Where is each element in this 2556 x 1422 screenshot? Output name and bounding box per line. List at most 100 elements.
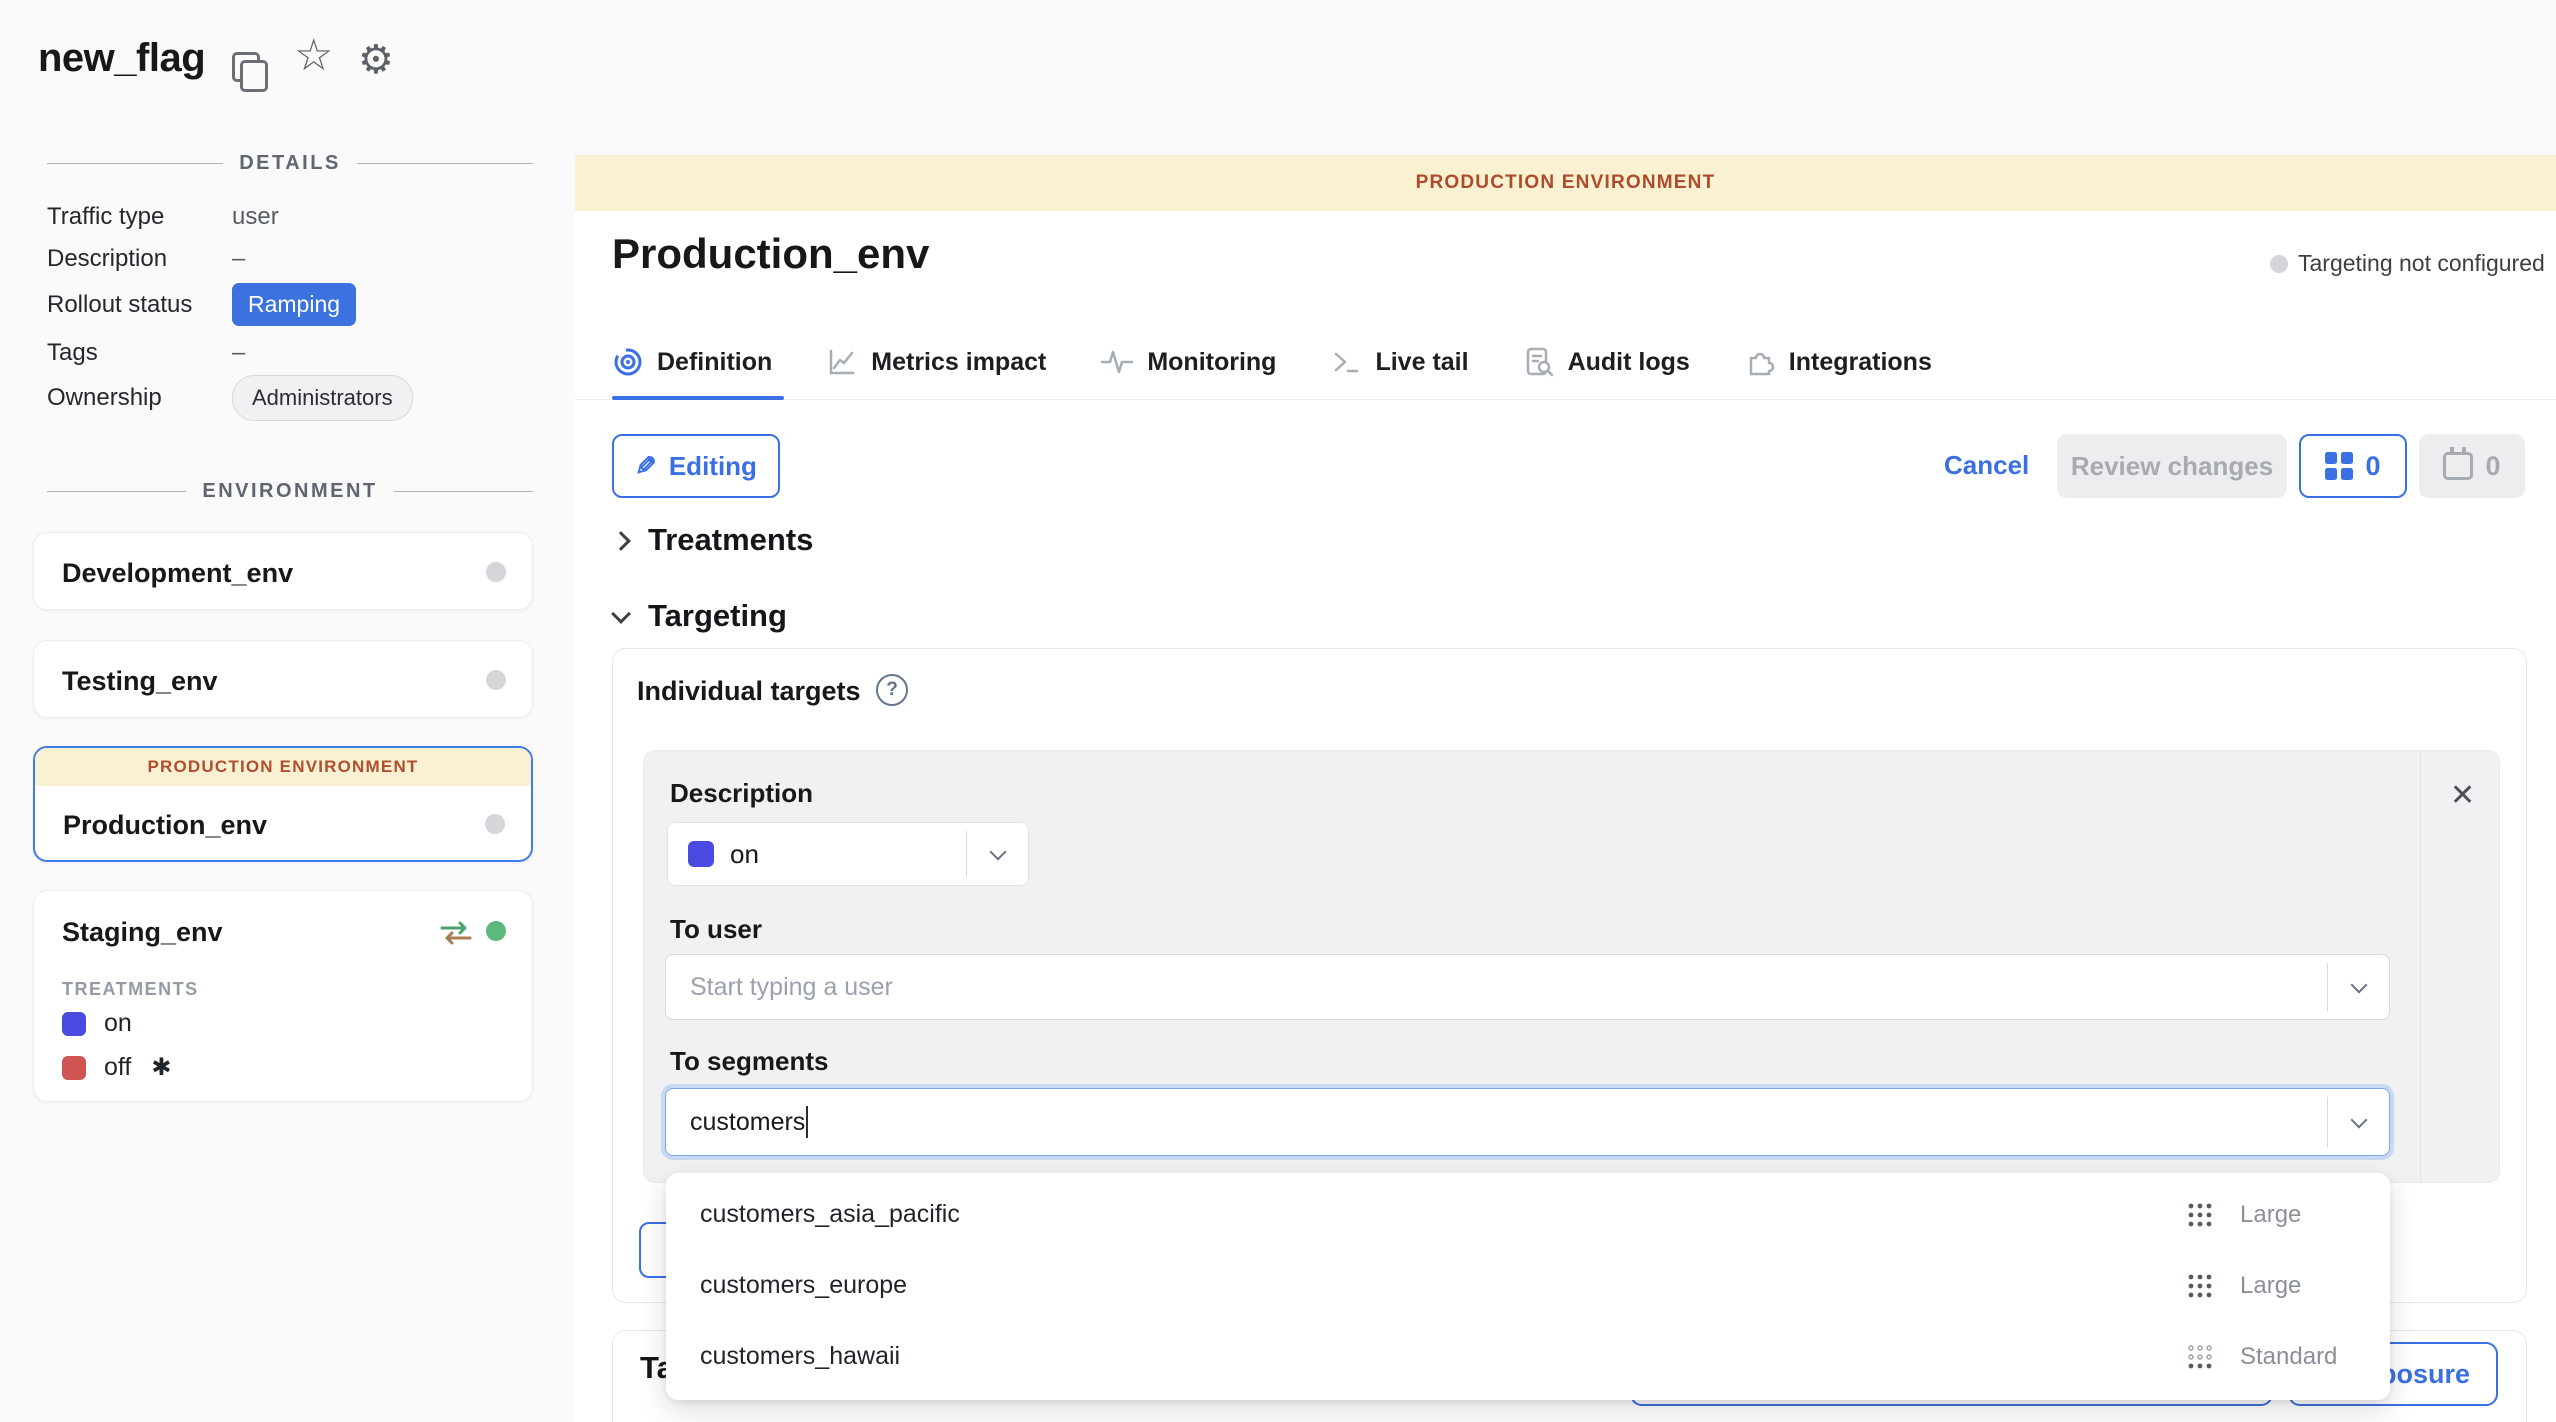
- status-dot-icon: [2270, 255, 2288, 273]
- treatment-name: on: [104, 1009, 132, 1038]
- env-status-dot: [486, 921, 506, 941]
- segment-size-label: Standard: [2240, 1343, 2360, 1371]
- audit-logs-icon: [1523, 346, 1555, 378]
- detail-value: –: [232, 245, 245, 273]
- active-tab-underline: [612, 396, 784, 400]
- tab-monitoring[interactable]: Monitoring: [1100, 346, 1276, 378]
- ownership-pill[interactable]: Administrators: [232, 375, 413, 421]
- swap-arrows-icon: [440, 921, 472, 950]
- treatment-on-row: on: [62, 1009, 132, 1038]
- to-user-label: To user: [670, 914, 762, 945]
- detail-label: Tags: [47, 339, 232, 367]
- default-treatment-asterisk-icon: ✱: [151, 1053, 171, 1082]
- detail-row-tags: Tags –: [47, 339, 533, 367]
- segment-option-hawaii[interactable]: customers_hawaii Standard: [666, 1321, 2390, 1392]
- gear-icon[interactable]: ⚙: [358, 38, 394, 82]
- selected-treatment: on: [730, 839, 759, 870]
- editing-button[interactable]: ✎ Editing: [612, 434, 780, 498]
- env-status-dot: [485, 814, 505, 834]
- treatment-on-swatch: [62, 1012, 86, 1036]
- individual-targets-heading: Individual targets: [637, 676, 861, 707]
- select-chevron-zone[interactable]: [966, 831, 1028, 877]
- env-name: Production_env: [63, 810, 267, 841]
- chevron-right-icon: [611, 531, 631, 551]
- segments-input-chevron-zone[interactable]: [2327, 1097, 2389, 1147]
- detail-label: Ownership: [47, 384, 232, 412]
- env-name: Development_env: [62, 558, 293, 589]
- tabs-bottom-border: [575, 399, 2556, 400]
- targeting-status-text: Targeting not configured: [2298, 250, 2545, 277]
- cancel-link[interactable]: Cancel: [1944, 450, 2029, 481]
- env-card-testing[interactable]: Testing_env: [33, 640, 533, 718]
- env-status-dot: [486, 670, 506, 690]
- close-icon[interactable]: ✕: [2450, 778, 2475, 813]
- user-input-box: [665, 954, 2390, 1020]
- segment-grid-icon: [2186, 1201, 2214, 1229]
- treatments-section-header[interactable]: Treatments: [614, 522, 813, 558]
- integrations-icon: [1744, 346, 1776, 378]
- tab-live-tail[interactable]: Live tail: [1330, 346, 1468, 378]
- detail-row-ownership: Ownership Administrators: [47, 375, 533, 421]
- environment-tabs: Definition Metrics impact Monitoring Liv…: [612, 334, 1932, 390]
- detail-row-traffic-type: Traffic type user: [47, 203, 533, 231]
- treatment-select[interactable]: on: [667, 822, 1029, 886]
- copy-icon[interactable]: [232, 52, 266, 88]
- env-status-dot: [486, 562, 506, 582]
- segment-grid-icon: [2186, 1272, 2214, 1300]
- production-environment-banner-main: PRODUCTION ENVIRONMENT: [575, 155, 2556, 211]
- targeting-section-header[interactable]: Targeting: [614, 598, 787, 634]
- segments-input[interactable]: customers: [665, 1088, 2390, 1156]
- user-input-chevron-zone[interactable]: [2327, 963, 2389, 1011]
- segment-option-asia-pacific[interactable]: customers_asia_pacific Large: [666, 1179, 2390, 1250]
- flag-name-title: new_flag: [38, 36, 205, 81]
- segment-size-label: Large: [2240, 1201, 2360, 1229]
- tab-metrics-impact[interactable]: Metrics impact: [826, 346, 1046, 378]
- help-question-icon[interactable]: ?: [876, 674, 908, 706]
- pencil-icon: ✎: [635, 451, 657, 482]
- definition-icon: [612, 346, 644, 378]
- calendar-icon: [2443, 452, 2473, 480]
- treatments-heading: TREATMENTS: [62, 979, 199, 1000]
- feature-flag-page: new_flag ☆ ⚙ DETAILS Traffic type user D…: [0, 0, 2556, 1422]
- chevron-down-icon: [611, 604, 631, 624]
- user-input[interactable]: [666, 955, 2389, 1019]
- segments-dropdown: customers_asia_pacific Large customers_e…: [666, 1173, 2390, 1400]
- env-name: Testing_env: [62, 666, 218, 697]
- env-card-staging[interactable]: Staging_env TREATMENTS on off ✱: [33, 890, 533, 1102]
- treatment-off-row: off ✱: [62, 1053, 171, 1082]
- to-segments-label: To segments: [670, 1046, 828, 1077]
- chevron-down-icon: [2350, 1112, 2367, 1129]
- treatment-swatch: [688, 841, 714, 867]
- description-label: Description: [670, 778, 813, 809]
- changes-count: 0: [2365, 451, 2380, 482]
- segment-size-label: Large: [2240, 1272, 2360, 1300]
- tab-audit-logs[interactable]: Audit logs: [1523, 346, 1690, 378]
- detail-value: user: [232, 203, 279, 231]
- env-card-development[interactable]: Development_env: [33, 532, 533, 610]
- scheduled-count: 0: [2485, 451, 2500, 482]
- changes-count-button[interactable]: 0: [2299, 434, 2407, 498]
- environment-heading: ENVIRONMENT: [202, 480, 377, 503]
- card-divider-line: [2420, 751, 2421, 1182]
- star-icon[interactable]: ☆: [294, 34, 333, 78]
- scheduled-count-button[interactable]: 0: [2419, 434, 2525, 498]
- rollout-status-badge: Ramping: [232, 283, 356, 326]
- metrics-impact-icon: [826, 346, 858, 378]
- chevron-down-icon: [989, 844, 1006, 861]
- env-card-production[interactable]: PRODUCTION ENVIRONMENT Production_env: [33, 746, 533, 862]
- review-changes-button[interactable]: Review changes: [2057, 434, 2287, 498]
- detail-label: Traffic type: [47, 203, 232, 231]
- tab-definition[interactable]: Definition: [612, 346, 772, 378]
- targeting-status: Targeting not configured: [2270, 250, 2545, 277]
- monitoring-icon: [1100, 346, 1134, 378]
- detail-value: –: [232, 339, 245, 367]
- tab-integrations[interactable]: Integrations: [1744, 346, 1932, 378]
- treatment-off-swatch: [62, 1056, 86, 1080]
- detail-label: Rollout status: [47, 291, 232, 319]
- segment-option-europe[interactable]: customers_europe Large: [666, 1250, 2390, 1321]
- text-caret: [806, 1106, 808, 1138]
- segment-grid-faded-icon: [2186, 1343, 2214, 1371]
- detail-row-rollout-status: Rollout status Ramping: [47, 283, 533, 326]
- production-environment-banner: PRODUCTION ENVIRONMENT: [35, 748, 531, 786]
- detail-row-description: Description –: [47, 245, 533, 273]
